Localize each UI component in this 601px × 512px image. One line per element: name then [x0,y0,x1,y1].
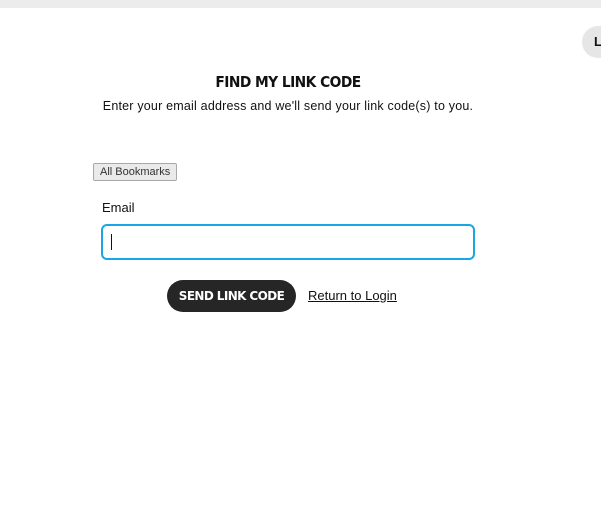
all-bookmarks-button[interactable]: All Bookmarks [93,163,178,181]
account-button[interactable]: L [582,26,601,58]
top-bar [0,0,601,8]
page: L FIND MY LINK CODE Enter your email add… [0,0,601,512]
email-label: Email [102,200,135,215]
email-input[interactable] [101,224,475,260]
return-to-login-link[interactable]: Return to Login [308,288,397,303]
send-link-code-button[interactable]: SEND LINK CODE [167,280,296,312]
page-subtitle: Enter your email address and we'll send … [102,99,474,113]
account-button-label: L [594,34,601,49]
page-title: FIND MY LINK CODE [215,73,361,91]
text-caret [111,234,112,250]
